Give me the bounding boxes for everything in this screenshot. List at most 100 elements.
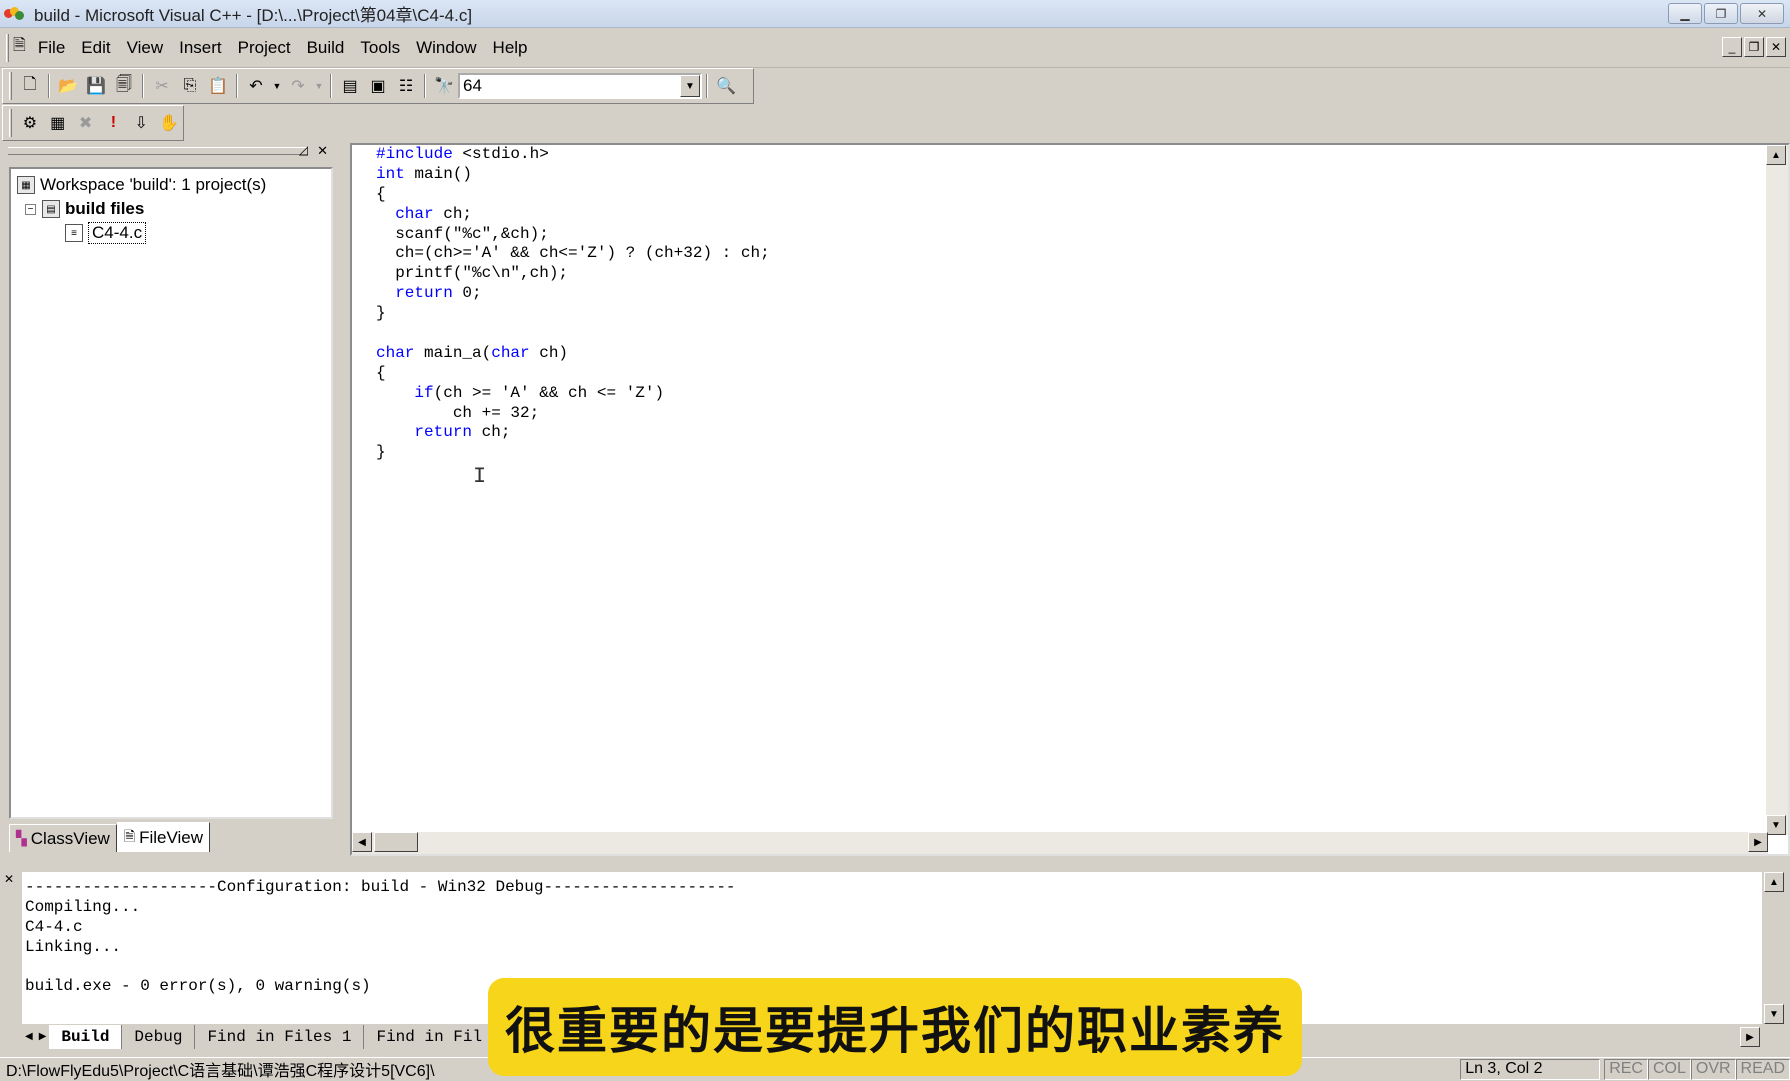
restore-button[interactable]: ❐ bbox=[1704, 3, 1738, 24]
cut-icon[interactable]: ✂ bbox=[149, 73, 175, 99]
code-line[interactable]: ch += 32; bbox=[376, 404, 770, 424]
menu-edit[interactable]: Edit bbox=[73, 28, 118, 68]
cursor-position: Ln 3, Col 2 bbox=[1460, 1058, 1601, 1080]
tab-find-in-files-2[interactable]: Find in Fil bbox=[364, 1025, 496, 1049]
minimize-button[interactable]: ▁ bbox=[1668, 3, 1702, 24]
paste-icon[interactable]: 📋 bbox=[205, 73, 231, 99]
find-in-files-icon[interactable]: 🔭 bbox=[431, 73, 457, 99]
copy-icon[interactable]: ⎘ bbox=[177, 73, 203, 99]
build-icon[interactable]: ▦ bbox=[45, 110, 71, 136]
tree-file-node[interactable]: ≡ C4-4.c bbox=[17, 221, 325, 245]
project-label: build files bbox=[65, 199, 145, 218]
execute-icon[interactable]: ! bbox=[100, 110, 126, 136]
tree-workspace-node[interactable]: ▦ Workspace 'build': 1 project(s) bbox=[17, 173, 325, 197]
code-line[interactable]: { bbox=[376, 185, 770, 205]
find-combo-value: 64 bbox=[463, 76, 482, 95]
output-scroll-right-icon[interactable]: ▶ bbox=[1740, 1027, 1760, 1047]
code-line[interactable]: ch=(ch>='A' && ch<='Z') ? (ch+32) : ch; bbox=[376, 244, 769, 264]
menu-project[interactable]: Project bbox=[230, 28, 299, 68]
document-icon: 🗎 bbox=[13, 37, 26, 54]
code-keyword: #include bbox=[376, 145, 453, 163]
code-line[interactable]: return ch; bbox=[376, 423, 770, 443]
code-line[interactable]: scanf("%c",&ch); bbox=[376, 225, 770, 245]
code-line[interactable]: { bbox=[376, 364, 770, 384]
code-line[interactable]: char main_a(char ch) bbox=[376, 344, 770, 364]
menu-build[interactable]: Build bbox=[299, 28, 353, 68]
save-icon[interactable]: 💾 bbox=[83, 73, 109, 99]
scroll-up-icon[interactable]: ▲ bbox=[1766, 145, 1786, 165]
mdi-minimize-button[interactable]: _ bbox=[1722, 37, 1742, 57]
code-line[interactable]: char ch; bbox=[376, 205, 770, 225]
code-token: <stdio.h> bbox=[452, 145, 549, 163]
text-cursor-icon: I bbox=[473, 464, 487, 489]
vertical-scrollbar[interactable]: ▲ ▼ bbox=[1766, 145, 1788, 835]
save-all-icon[interactable]: 🗐 bbox=[111, 73, 137, 99]
code-token: (ch >= 'A' && ch <= 'Z') bbox=[433, 383, 665, 402]
tree-project-node[interactable]: − ▤ build files bbox=[17, 197, 325, 221]
find-binoculars-icon[interactable]: 🔍 bbox=[713, 73, 739, 99]
close-button[interactable]: ✕ bbox=[1740, 3, 1784, 24]
tab-build[interactable]: Build bbox=[49, 1025, 123, 1049]
open-folder-icon[interactable]: 📂 bbox=[55, 73, 81, 99]
horizontal-scrollbar[interactable]: ◀ ▶ bbox=[352, 832, 1768, 854]
tab-find-in-files-1[interactable]: Find in Files 1 bbox=[195, 1025, 365, 1049]
redo-icon[interactable]: ↷ bbox=[285, 73, 311, 99]
output-vertical-scrollbar[interactable]: ▲ ▼ bbox=[1764, 872, 1784, 1024]
tab-scroll-right-icon[interactable]: ▶ bbox=[36, 1031, 50, 1043]
compile-icon[interactable]: ⚙ bbox=[17, 110, 43, 136]
redo-dropdown-icon[interactable]: ▼ bbox=[313, 73, 325, 99]
code-line[interactable]: } bbox=[376, 443, 770, 463]
code-line[interactable]: if(ch >= 'A' && ch <= 'Z') bbox=[376, 384, 770, 404]
menu-insert[interactable]: Insert bbox=[171, 28, 230, 68]
chevron-down-icon[interactable]: ▼ bbox=[680, 75, 700, 97]
find-combo[interactable]: 64 ▼ bbox=[458, 73, 702, 99]
tab-scroll-left-icon[interactable]: ◀ bbox=[22, 1031, 36, 1043]
code-line[interactable]: #include <stdio.h> bbox=[376, 145, 770, 165]
code-token: main_a( bbox=[414, 343, 492, 362]
window-list-icon[interactable]: ☷ bbox=[393, 73, 419, 99]
stop-build-icon[interactable]: ✖ bbox=[73, 110, 99, 136]
indicator-read: READ bbox=[1735, 1058, 1790, 1080]
tab-debug[interactable]: Debug bbox=[122, 1025, 196, 1049]
undo-icon[interactable]: ↶ bbox=[243, 73, 269, 99]
horizontal-scroll-thumb[interactable] bbox=[374, 832, 418, 852]
tab-fileview[interactable]: 🗎 FileView bbox=[116, 822, 211, 852]
collapse-icon[interactable]: − bbox=[25, 203, 36, 215]
output-scroll-up-icon[interactable]: ▲ bbox=[1764, 872, 1784, 892]
menu-file[interactable]: File bbox=[30, 28, 73, 68]
menu-view[interactable]: View bbox=[119, 28, 172, 68]
code-line[interactable]: printf("%c\n",ch); bbox=[376, 264, 770, 284]
menu-help[interactable]: Help bbox=[485, 28, 536, 68]
code-line[interactable]: } bbox=[376, 304, 770, 324]
new-file-icon[interactable]: 🗋 bbox=[17, 73, 43, 99]
code-line[interactable]: int main() bbox=[376, 165, 770, 185]
code-token: } bbox=[376, 443, 386, 462]
tab-classview[interactable]: ▚ ClassView bbox=[9, 824, 117, 852]
mdi-restore-button[interactable]: ❐ bbox=[1744, 37, 1764, 57]
go-icon[interactable]: ⇩ bbox=[128, 110, 154, 136]
menu-grip[interactable] bbox=[6, 33, 9, 62]
output-window-icon[interactable]: ▣ bbox=[365, 73, 391, 99]
output-scroll-down-icon[interactable]: ▼ bbox=[1764, 1004, 1784, 1024]
scroll-down-icon[interactable]: ▼ bbox=[1766, 815, 1786, 835]
scroll-right-icon[interactable]: ▶ bbox=[1748, 832, 1768, 852]
pane-dock-icon[interactable]: ◿ bbox=[299, 143, 308, 157]
code-editor[interactable]: #include <stdio.h> int main(){ char ch; s… bbox=[350, 143, 1790, 856]
menu-tools[interactable]: Tools bbox=[352, 28, 408, 68]
workspace-gripper[interactable] bbox=[8, 147, 308, 155]
code-text[interactable]: #include <stdio.h> int main(){ char ch; s… bbox=[376, 145, 770, 463]
visual-cpp-app-icon[interactable] bbox=[4, 5, 26, 23]
code-line[interactable]: return 0; bbox=[376, 284, 770, 304]
scroll-left-icon[interactable]: ◀ bbox=[352, 832, 372, 852]
workspace-window-icon[interactable]: ▤ bbox=[337, 73, 363, 99]
toolbar-grip[interactable] bbox=[9, 72, 12, 100]
code-line[interactable] bbox=[376, 324, 770, 344]
build-toolbar-grip[interactable] bbox=[9, 109, 12, 137]
undo-dropdown-icon[interactable]: ▼ bbox=[271, 73, 283, 99]
output-close-icon[interactable]: ✕ bbox=[4, 872, 14, 886]
pane-close-icon[interactable]: ✕ bbox=[317, 143, 328, 159]
breakpoint-hand-icon[interactable]: ✋ bbox=[156, 110, 182, 136]
menu-window[interactable]: Window bbox=[408, 28, 484, 68]
mdi-close-button[interactable]: ✕ bbox=[1766, 37, 1786, 57]
